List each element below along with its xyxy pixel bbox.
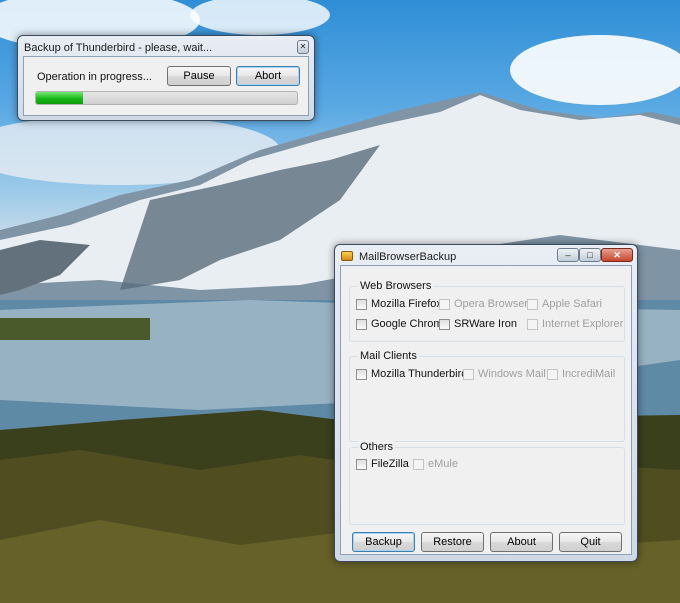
minimize-icon[interactable]: – bbox=[557, 248, 579, 262]
mail-clients-label: Mail Clients bbox=[358, 350, 419, 362]
checkbox-google-chrome[interactable]: Google Chrome bbox=[356, 318, 449, 330]
checkbox-label: eMule bbox=[428, 458, 458, 470]
checkbox-emule: eMule bbox=[413, 458, 458, 470]
checkbox-label: Opera Browser bbox=[454, 298, 528, 310]
checkbox-windows-mail: Windows Mail bbox=[463, 368, 546, 380]
checkbox-apple-safari: Apple Safari bbox=[527, 298, 602, 310]
checkbox-label: SRWare Iron bbox=[454, 318, 517, 330]
checkbox-label: Windows Mail bbox=[478, 368, 546, 380]
abort-button[interactable]: Abort bbox=[236, 66, 300, 86]
about-button[interactable]: About bbox=[490, 532, 553, 552]
checkbox-box[interactable] bbox=[356, 298, 367, 310]
backup-button[interactable]: Backup bbox=[352, 532, 415, 552]
checkbox-label: IncrediMail bbox=[562, 368, 616, 380]
web-browsers-label: Web Browsers bbox=[358, 280, 434, 292]
checkbox-box bbox=[527, 298, 538, 310]
progress-window: Backup of Thunderbird - please, wait... … bbox=[17, 35, 315, 121]
checkbox-incredimail: IncrediMail bbox=[547, 368, 615, 380]
checkbox-label: Mozilla Thunderbird bbox=[371, 368, 468, 380]
checkbox-label: Mozilla Firefox bbox=[371, 298, 442, 310]
status-text: Operation in progress... bbox=[37, 71, 152, 83]
checkbox-box bbox=[463, 368, 474, 380]
checkbox-box bbox=[439, 298, 450, 310]
checkbox-label: Apple Safari bbox=[542, 298, 602, 310]
progress-close-icon[interactable]: ✕ bbox=[297, 40, 309, 54]
checkbox-box[interactable] bbox=[356, 458, 367, 470]
checkbox-internet-explorer: Internet Explorer bbox=[527, 318, 623, 330]
progress-window-title: Backup of Thunderbird - please, wait... bbox=[24, 42, 213, 54]
main-window: MailBrowserBackup – □ ✕ Web Browsers Moz… bbox=[334, 244, 638, 562]
checkbox-box bbox=[413, 458, 424, 470]
restore-button[interactable]: Restore bbox=[421, 532, 484, 552]
pause-button[interactable]: Pause bbox=[167, 66, 231, 86]
checkbox-box[interactable] bbox=[356, 318, 367, 330]
close-icon[interactable]: ✕ bbox=[601, 248, 633, 262]
checkbox-label: Google Chrome bbox=[371, 318, 449, 330]
checkbox-label: Internet Explorer bbox=[542, 318, 624, 330]
checkbox-opera-browser: Opera Browser bbox=[439, 298, 528, 310]
maximize-icon[interactable]: □ bbox=[579, 248, 601, 262]
others-label: Others bbox=[358, 441, 396, 453]
progress-window-client: Operation in progress... Pause Abort bbox=[23, 56, 309, 116]
checkbox-box[interactable] bbox=[356, 368, 367, 380]
checkbox-srware-iron[interactable]: SRWare Iron bbox=[439, 318, 517, 330]
checkbox-box bbox=[547, 368, 558, 380]
main-window-client: Web Browsers Mozilla Firefox Opera Brows… bbox=[340, 265, 632, 555]
checkbox-box bbox=[527, 318, 538, 330]
checkbox-box[interactable] bbox=[439, 318, 450, 330]
checkbox-mozilla-thunderbird[interactable]: Mozilla Thunderbird bbox=[356, 368, 467, 380]
checkbox-label: FileZilla bbox=[371, 458, 409, 470]
checkbox-filezilla[interactable]: FileZilla bbox=[356, 458, 409, 470]
main-window-title: MailBrowserBackup bbox=[359, 251, 457, 263]
progress-bar-fill bbox=[36, 92, 83, 104]
quit-button[interactable]: Quit bbox=[559, 532, 622, 552]
web-browsers-group bbox=[349, 286, 625, 342]
checkbox-mozilla-firefox[interactable]: Mozilla Firefox bbox=[356, 298, 442, 310]
progress-bar bbox=[35, 91, 298, 105]
app-icon bbox=[341, 251, 353, 261]
